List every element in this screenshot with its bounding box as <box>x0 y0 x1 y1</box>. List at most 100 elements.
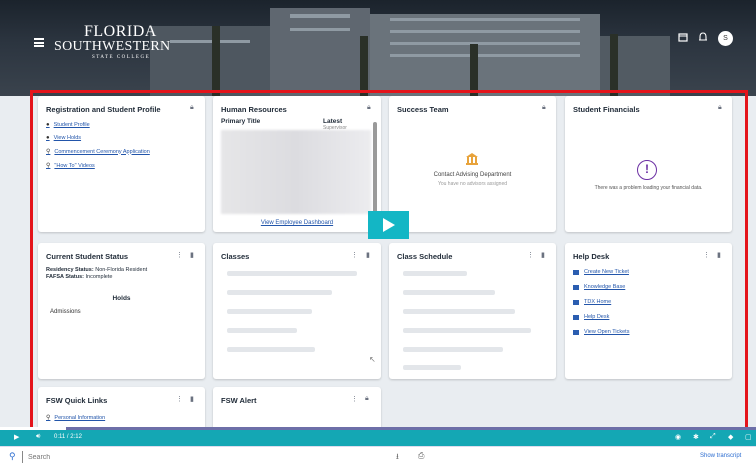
loading-placeholder <box>227 347 315 352</box>
registration-card: Registration and Student Profile 🔒︎ ● Stu… <box>38 96 205 232</box>
brand-icon[interactable]: ◆ <box>728 433 733 441</box>
link-label: View Open Tickets <box>584 329 630 335</box>
loading-placeholder <box>403 271 467 276</box>
hr-col-latest: Latest <box>323 118 343 125</box>
more-vert-icon[interactable]: ⋮ <box>527 251 534 259</box>
link-knowledge-base[interactable]: Knowledge Base <box>573 284 629 290</box>
show-transcript-link[interactable]: Show transcript <box>700 453 741 459</box>
view-employee-dashboard-link[interactable]: View Employee Dashboard <box>213 220 381 226</box>
card-title: Human Resources <box>221 105 287 114</box>
logo-line-1: FLORIDA <box>84 23 157 40</box>
fullscreen-icon[interactable]: ⤢ <box>710 433 716 441</box>
link-commencement[interactable]: ⚲ Commencement Ceremony Application <box>46 148 150 156</box>
lock-icon: 🔒︎ <box>365 395 369 402</box>
search-input[interactable] <box>28 450 178 464</box>
link-label: Create New Ticket <box>584 269 629 275</box>
lock-icon: 🔒︎ <box>367 104 371 111</box>
card-title: FSW Quick Links <box>46 396 108 405</box>
download-icon[interactable]: ⭳ <box>396 451 399 465</box>
logo-line-3: STATE COLLEGE <box>92 55 151 60</box>
loading-placeholder <box>403 365 461 370</box>
residency-label: Residency Status: <box>46 267 94 273</box>
current-student-status-card: Current Student Status ⋮ ▮ Residency Sta… <box>38 243 205 379</box>
warning-icon: ! <box>637 160 657 180</box>
loading-placeholder <box>227 309 312 314</box>
page: FLORIDA SOUTHWESTERN STATE COLLEGE S Reg… <box>0 0 756 467</box>
captions-icon[interactable]: ◉ <box>675 433 681 441</box>
advising-heading: Contact Advising Department <box>433 172 512 178</box>
user-avatar[interactable]: S <box>718 31 733 46</box>
financial-error-message: There was a problem loading your financi… <box>594 185 703 191</box>
transcript-bar: ⚲ ⭳ ⎙ Show transcript <box>0 446 756 467</box>
college-logo[interactable]: FLORIDA SOUTHWESTERN STATE COLLEGE <box>54 23 170 61</box>
card-title: Student Financials <box>573 105 640 114</box>
link-icon: ⚲ <box>46 149 51 155</box>
link-label: "How To" Videos <box>54 162 95 169</box>
hero-banner: FLORIDA SOUTHWESTERN STATE COLLEGE S <box>0 0 756 96</box>
play-icon[interactable]: ▶ <box>14 433 19 441</box>
link-help-desk[interactable]: Help Desk <box>573 314 629 320</box>
link-label: Student Profile <box>53 122 90 128</box>
link-tdx-home[interactable]: TDX Home <box>573 299 629 305</box>
more-vert-icon[interactable]: ⋮ <box>176 395 183 403</box>
classes-card: Classes ⋮ ▮ ↖ <box>213 243 381 379</box>
ticket-icon <box>573 314 579 320</box>
bookmark-icon[interactable]: ▮ <box>366 251 370 259</box>
more-vert-icon[interactable]: ⋮ <box>703 251 710 259</box>
link-icon: ⚲ <box>46 163 51 169</box>
settings-icon[interactable]: ✱ <box>693 433 699 441</box>
card-title: Classes <box>221 252 250 261</box>
video-play-button[interactable] <box>368 211 409 239</box>
more-vert-icon[interactable]: ⋮ <box>176 251 183 259</box>
bell-icon[interactable] <box>698 32 708 46</box>
residency-row: Residency Status: Non-Florida Resident <box>46 267 147 273</box>
help-desk-links: Create New Ticket Knowledge Base TDX Hom… <box>573 269 629 344</box>
video-time: 0:11 / 2:12 <box>54 434 82 440</box>
loading-placeholder <box>403 347 503 352</box>
search-icon[interactable]: ⚲ <box>9 451 16 462</box>
bookmark-icon[interactable]: ▮ <box>190 395 194 403</box>
external-icon[interactable]: ▢ <box>745 433 752 441</box>
loading-placeholder <box>403 290 495 295</box>
link-view-holds[interactable]: ● View Holds <box>46 135 150 141</box>
registration-links: ● Student Profile ● View Holds ⚲ Commenceme… <box>46 122 150 176</box>
card-title: Current Student Status <box>46 252 129 261</box>
card-title: Class Schedule <box>397 252 453 261</box>
lock-icon: 🔒︎ <box>718 104 722 111</box>
link-create-new-ticket[interactable]: Create New Ticket <box>573 269 629 275</box>
link-label: Personal Information <box>54 414 106 421</box>
more-vert-icon[interactable]: ⋮ <box>351 251 358 259</box>
residency-value: Non-Florida Resident <box>95 267 148 273</box>
card-title: Success Team <box>397 105 449 114</box>
user-icon: ● <box>46 122 50 128</box>
link-label: Knowledge Base <box>584 284 626 290</box>
ticket-icon <box>573 269 579 275</box>
bank-icon <box>465 152 479 171</box>
link-view-open-tickets[interactable]: View Open Tickets <box>573 329 629 335</box>
calendar-icon[interactable] <box>678 32 688 45</box>
menu-icon[interactable] <box>34 38 44 47</box>
loading-placeholder <box>403 328 531 333</box>
success-team-card: Success Team 🔒︎ Contact Advising Departm… <box>389 96 556 232</box>
more-vert-icon[interactable]: ⋮ <box>351 395 358 403</box>
ticket-icon <box>573 299 579 305</box>
print-icon[interactable]: ⎙ <box>418 451 424 461</box>
card-title: FSW Alert <box>221 396 257 405</box>
help-desk-card: Help Desk ⋮ ▮ Create New Ticket Knowledg… <box>565 243 732 379</box>
link-how-to-videos[interactable]: ⚲ "How To" Videos <box>46 162 150 170</box>
link-student-profile[interactable]: ● Student Profile <box>46 122 150 128</box>
hr-scrollbar[interactable] <box>373 122 377 214</box>
link-label: TDX Home <box>584 299 612 305</box>
ticket-icon <box>573 329 579 335</box>
link-icon: ⚲ <box>46 415 51 421</box>
bookmark-icon[interactable]: ▮ <box>190 251 194 259</box>
link-label: Commencement Ceremony Application <box>54 148 150 155</box>
volume-icon[interactable]: 🔊︎ <box>36 433 40 441</box>
bookmark-icon[interactable]: ▮ <box>717 251 721 259</box>
fafsa-value: Incomplete <box>85 274 113 280</box>
link-personal-information[interactable]: ⚲ Personal Information <box>46 414 106 422</box>
fafsa-row: FAFSA Status: Incomplete <box>46 274 112 280</box>
loading-placeholder <box>403 309 515 314</box>
loading-placeholder <box>227 328 297 333</box>
bookmark-icon[interactable]: ▮ <box>541 251 545 259</box>
